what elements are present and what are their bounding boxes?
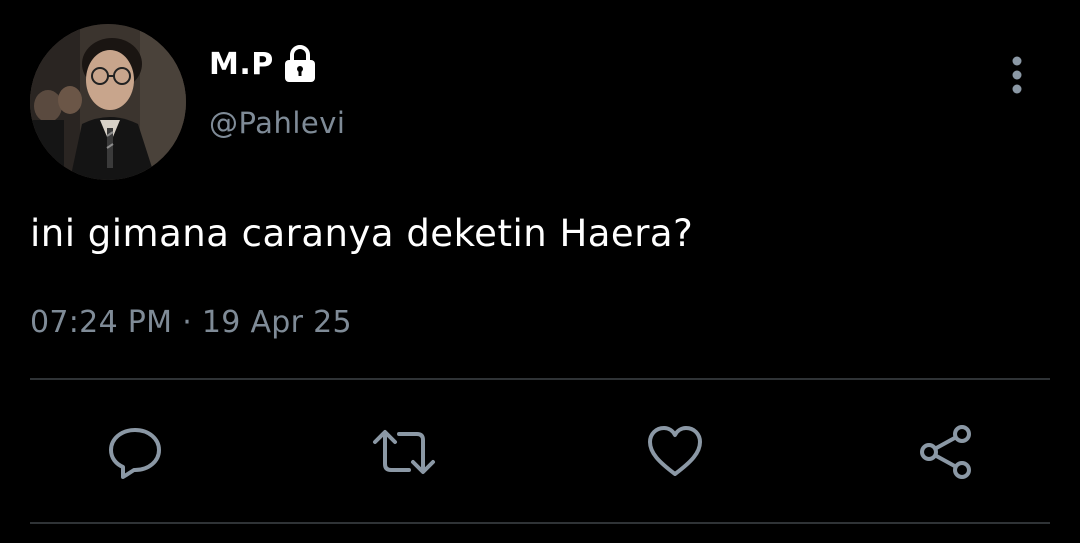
- share-icon: [916, 422, 976, 482]
- comment-icon: [105, 422, 165, 482]
- avatar[interactable]: [30, 24, 186, 180]
- heart-icon: [645, 422, 705, 482]
- tweet-timestamp[interactable]: 07:24 PM · 19 Apr 25: [30, 305, 352, 340]
- display-name-row: M.P: [209, 44, 320, 84]
- reply-button[interactable]: [103, 420, 167, 484]
- retweet-button[interactable]: [372, 420, 436, 484]
- like-button[interactable]: [643, 420, 707, 484]
- divider-bottom: [30, 522, 1050, 524]
- lock-icon: [280, 44, 320, 84]
- tweet-container: M.P @Pahlevi ini gimana caranya deketin …: [0, 0, 1080, 543]
- divider: [30, 378, 1050, 380]
- retweet-icon: [371, 422, 437, 482]
- user-handle[interactable]: @Pahlevi: [209, 106, 345, 140]
- more-vertical-icon[interactable]: [1000, 54, 1034, 98]
- display-name[interactable]: M.P: [209, 47, 274, 82]
- share-button[interactable]: [914, 420, 978, 484]
- tweet-text: ini gimana caranya deketin Haera?: [30, 212, 694, 255]
